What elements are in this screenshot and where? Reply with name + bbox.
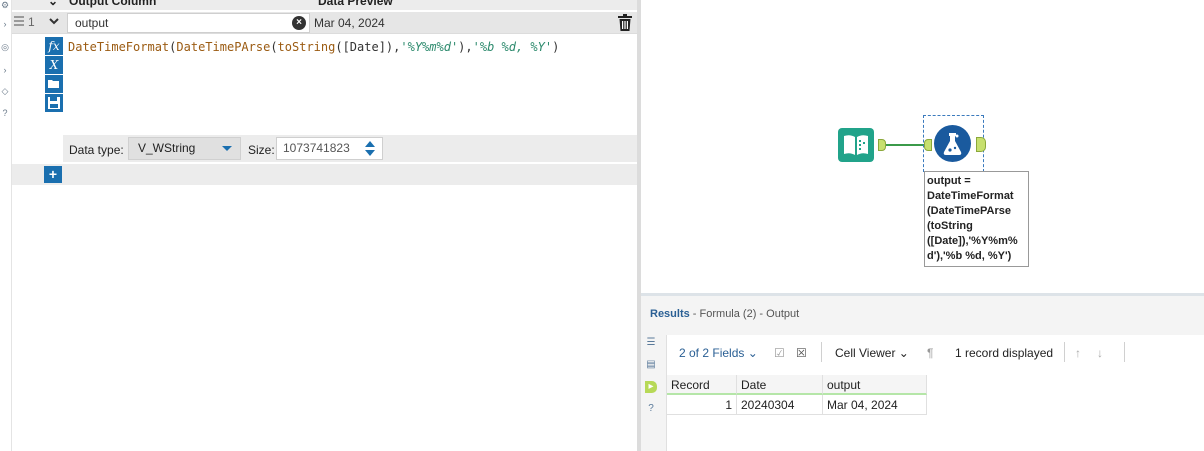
chevron-right-icon[interactable]: › xyxy=(0,65,10,75)
row-number: 1 xyxy=(28,15,35,29)
close-box-icon[interactable]: ☒ xyxy=(796,346,807,360)
help-icon[interactable]: ? xyxy=(0,108,10,118)
size-value: 1073741823 xyxy=(283,141,350,155)
expression-editor[interactable]: fx X DateTimeFormat(DateTimePArse(toStri… xyxy=(43,35,638,135)
cell-viewer-dropdown[interactable]: Cell Viewer ⌄ xyxy=(835,346,909,360)
save-icon[interactable] xyxy=(45,94,63,112)
tool-annotation: output = DateTimeFormat (DateTimePArse (… xyxy=(924,171,1029,267)
expression-text[interactable]: DateTimeFormat(DateTimePArse(toString([D… xyxy=(68,40,559,54)
clear-icon[interactable]: × xyxy=(292,16,306,30)
formula-flask-icon[interactable] xyxy=(934,125,971,162)
size-label: Size: xyxy=(248,143,275,157)
data-preview-value: Mar 04, 2024 xyxy=(314,16,385,30)
chevron-down-icon xyxy=(49,18,59,25)
expr-paren: ( xyxy=(270,40,278,54)
arrow-up-icon[interactable]: ↑ xyxy=(1075,346,1081,360)
formula-config-panel: ⌄ Output Column Data Preview 1 output × … xyxy=(12,0,638,451)
left-icon-strip: ⚙ › ◎ › ◇ ? xyxy=(0,0,12,451)
toolbar-divider xyxy=(821,342,822,362)
fields-dropdown[interactable]: 2 of 2 Fields ⌄ xyxy=(679,346,758,360)
expr-paren: ) xyxy=(552,40,560,54)
expr-string-input-format: '%Y%m%d' xyxy=(400,40,459,54)
cube-icon[interactable]: ◇ xyxy=(0,86,10,96)
spin-down-icon[interactable] xyxy=(365,150,375,156)
trash-icon[interactable] xyxy=(618,14,634,32)
data-type-value: V_WString xyxy=(138,141,196,155)
expr-func-datetimeparse: DateTimePArse xyxy=(176,40,271,54)
output-column-value: output xyxy=(75,16,109,30)
data-type-bar: Data type: V_WString Size: 1073741823 xyxy=(63,135,638,162)
checkbox-icon[interactable]: ☑ xyxy=(774,346,785,360)
column-header: ⌄ Output Column Data Preview xyxy=(12,0,638,10)
toolbar-divider xyxy=(1064,342,1065,362)
data-preview-header: Data Preview xyxy=(318,0,393,8)
chevron-right-icon[interactable]: › xyxy=(0,19,10,29)
table-icon[interactable]: ▤ xyxy=(645,359,657,371)
output-anchor-icon[interactable]: ▸ xyxy=(645,381,657,393)
data-type-label: Data type: xyxy=(69,143,124,157)
records-status: 1 record displayed xyxy=(955,346,1054,360)
expr-func-tostring: toString xyxy=(277,40,336,54)
results-title: Results - Formula (2) - Output xyxy=(650,308,799,320)
dropdown-arrow-icon xyxy=(222,146,232,151)
column-header-date[interactable]: Date xyxy=(737,375,823,395)
output-column-input[interactable]: output × xyxy=(67,13,310,33)
results-body: 2 of 2 Fields ⌄ ☑ ☒ Cell Viewer ⌄ ¶ 1 re… xyxy=(666,335,1204,451)
results-pane: Results - Formula (2) - Output ☰ ▤ ▸ ? 2… xyxy=(641,296,1204,451)
cell-record[interactable]: 1 xyxy=(667,395,737,415)
cell-output[interactable]: Mar 04, 2024 xyxy=(823,395,927,415)
results-title-bold: Results xyxy=(650,308,690,320)
output-column-header: Output Column xyxy=(69,0,157,8)
fields-label: 2 of 2 Fields xyxy=(679,346,745,360)
editor-toolbar: fx X xyxy=(45,37,63,113)
pilcrow-icon[interactable]: ¶ xyxy=(927,346,933,360)
results-toolbar: 2 of 2 Fields ⌄ ☑ ☒ Cell Viewer ⌄ ¶ 1 re… xyxy=(667,335,1204,371)
annotation-icon[interactable]: ◎ xyxy=(0,42,10,52)
input-data-icon[interactable] xyxy=(838,128,874,162)
fx-icon[interactable]: fx xyxy=(45,37,63,55)
expr-field-ref: ([Date]), xyxy=(335,40,401,54)
size-stepper[interactable] xyxy=(359,139,381,159)
size-input[interactable]: 1073741823 xyxy=(276,137,383,160)
add-row-bar: + xyxy=(12,164,638,185)
cell-viewer-label: Cell Viewer xyxy=(835,346,896,360)
chevron-down-icon[interactable]: ⌄ xyxy=(48,0,58,8)
add-icon[interactable]: + xyxy=(44,166,62,183)
expr-paren: ), xyxy=(458,40,473,54)
collapse-row-button[interactable] xyxy=(45,14,63,32)
open-folder-icon[interactable] xyxy=(45,75,63,93)
expr-func-datetimeformat: DateTimeFormat xyxy=(68,40,170,54)
workflow-canvas[interactable]: output = DateTimeFormat (DateTimePArse (… xyxy=(641,0,1204,293)
output-anchor[interactable] xyxy=(976,137,986,152)
output-anchor[interactable] xyxy=(878,139,886,151)
settings-icon[interactable]: ⚙ xyxy=(0,0,10,10)
variable-icon[interactable]: X xyxy=(45,56,63,74)
expr-string-output-format: '%b %d, %Y' xyxy=(472,40,553,54)
drag-handle-icon[interactable] xyxy=(14,16,24,28)
results-side-icons: ☰ ▤ ▸ ? xyxy=(645,337,661,425)
connection-line[interactable] xyxy=(886,144,924,146)
spin-up-icon[interactable] xyxy=(365,141,375,147)
formula-row: 1 output × Mar 04, 2024 xyxy=(12,12,638,34)
results-title-source: - Formula (2) - Output xyxy=(689,308,800,320)
data-type-select[interactable]: V_WString xyxy=(128,137,241,160)
list-icon[interactable]: ☰ xyxy=(645,337,657,349)
arrow-down-icon[interactable]: ↓ xyxy=(1097,346,1103,360)
help-icon[interactable]: ? xyxy=(645,403,657,415)
cell-date[interactable]: 20240304 xyxy=(737,395,823,415)
toolbar-divider xyxy=(1124,342,1125,362)
column-header-output[interactable]: output xyxy=(823,375,927,395)
column-header-record[interactable]: Record xyxy=(667,375,737,395)
